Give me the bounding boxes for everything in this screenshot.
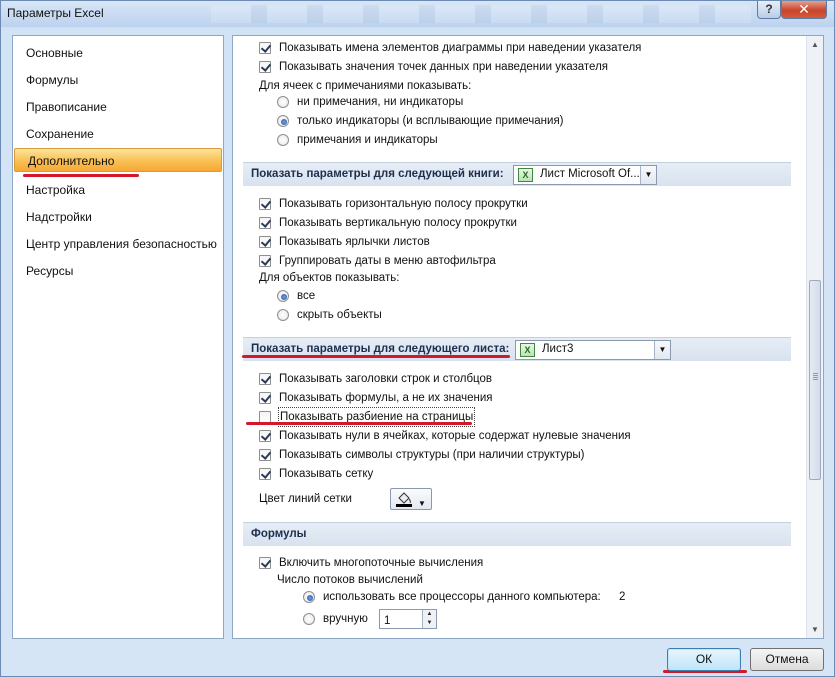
checkbox[interactable] — [259, 373, 271, 385]
option-label: Показывать имена элементов диаграммы при… — [279, 42, 642, 54]
cancel-button[interactable]: Отмена — [750, 648, 824, 671]
option-label: Показывать нули в ячейках, которые содер… — [279, 430, 631, 442]
option-label: Показывать горизонтальную полосу прокрут… — [279, 198, 528, 210]
checkbox[interactable] — [259, 255, 271, 267]
radio-button[interactable] — [277, 134, 289, 146]
workbook-select[interactable]: X Лист Microsoft Of... ▼ — [513, 165, 657, 185]
help-button[interactable]: ? — [757, 1, 781, 19]
gridline-color-row: Цвет линий сетки ▼ — [259, 488, 459, 512]
radio-button[interactable] — [277, 290, 289, 302]
chevron-down-icon[interactable]: ▼ — [654, 341, 670, 359]
checkbox[interactable] — [259, 449, 271, 461]
vertical-scrollbar[interactable]: ▲ ▼ — [806, 36, 823, 638]
option-label: использовать все процессоры данного комп… — [323, 591, 601, 603]
option-label: Показывать ярлычки листов — [279, 236, 430, 248]
processor-count: 2 — [619, 591, 626, 603]
option-label: скрыть объекты — [297, 309, 382, 321]
sidebar-item-customize[interactable]: Настройка — [13, 178, 223, 202]
scroll-thumb[interactable] — [809, 280, 821, 480]
options-panel: Показывать имена элементов диаграммы при… — [232, 35, 824, 639]
scroll-up-icon[interactable]: ▲ — [808, 37, 822, 52]
section-title: Показать параметры для следующего листа: — [251, 343, 510, 355]
section-formulas: Формулы — [243, 522, 791, 546]
checkbox[interactable] — [259, 468, 271, 480]
sidebar-item-addins[interactable]: Надстройки — [13, 205, 223, 229]
option-label: Показывать заголовки строк и столбцов — [279, 373, 493, 385]
objects-group-label: Для объектов показывать: — [259, 272, 400, 284]
sidebar-item-save[interactable]: Сохранение — [13, 122, 223, 146]
checkbox[interactable] — [259, 557, 271, 569]
sidebar-item-general[interactable]: Основные — [13, 41, 223, 65]
highlight-underline — [246, 422, 472, 425]
excel-workbook-icon: X — [518, 168, 533, 182]
checkbox[interactable] — [259, 236, 271, 248]
sheet-select[interactable]: X Лист3 ▼ — [515, 340, 671, 360]
highlight-underline — [23, 174, 139, 177]
chevron-down-icon[interactable]: ▼ — [640, 166, 656, 184]
checkbox[interactable] — [259, 392, 271, 404]
radio-button[interactable] — [277, 96, 289, 108]
option-label: Включить многопоточные вычисления — [279, 557, 484, 569]
highlight-underline — [242, 355, 510, 358]
excel-sheet-icon: X — [520, 343, 535, 357]
radio-button[interactable] — [303, 613, 315, 625]
checkbox[interactable] — [259, 217, 271, 229]
paint-bucket-icon — [396, 492, 412, 507]
option-label: Показывать вертикальную полосу прокрутки — [279, 217, 517, 229]
checkbox[interactable] — [259, 430, 271, 442]
checkbox[interactable] — [259, 61, 271, 73]
window-title: Параметры Excel — [7, 6, 104, 20]
radio-button[interactable] — [277, 309, 289, 321]
sidebar-item-trust-center[interactable]: Центр управления безопасностью — [13, 232, 223, 256]
option-label: Показывать значения точек данных при нав… — [279, 61, 609, 73]
option-label: Показывать символы структуры (при наличи… — [279, 449, 585, 461]
title-bar: Параметры Excel ? ✕ — [1, 1, 834, 27]
ok-button[interactable]: ОК — [667, 648, 741, 671]
option-label: вручную — [323, 613, 368, 625]
sidebar-item-formulas[interactable]: Формулы — [13, 68, 223, 92]
spinner-value: 1 — [384, 615, 391, 627]
spinner-arrows-icon[interactable]: ▲ ▼ — [422, 610, 436, 628]
excel-options-dialog: Параметры Excel ? ✕ Основные Формулы Пра… — [0, 0, 835, 677]
gridline-color-label: Цвет линий сетки — [259, 493, 352, 505]
gridline-color-button[interactable]: ▼ — [390, 488, 432, 510]
sidebar-item-proofing[interactable]: Правописание — [13, 95, 223, 119]
checkbox[interactable] — [259, 42, 271, 54]
chevron-down-icon: ▼ — [418, 499, 426, 508]
grip-icon — [813, 373, 818, 374]
section-workbook-options: Показать параметры для следующей книги: … — [243, 162, 791, 186]
option-label: Показывать сетку — [279, 468, 374, 480]
radio-manual-threads[interactable]: вручную 1 ▲ ▼ — [303, 609, 503, 629]
sidebar: Основные Формулы Правописание Сохранение… — [12, 35, 224, 639]
sidebar-item-resources[interactable]: Ресурсы — [13, 259, 223, 283]
thread-count-spinner[interactable]: 1 ▲ ▼ — [379, 609, 437, 629]
close-button[interactable]: ✕ — [781, 1, 827, 19]
option-label: примечания и индикаторы — [297, 134, 438, 146]
radio-button[interactable] — [303, 591, 315, 603]
scroll-down-icon[interactable]: ▼ — [808, 622, 822, 637]
threads-group-label: Число потоков вычислений — [277, 574, 423, 586]
option-label: Показывать формулы, а не их значения — [279, 392, 493, 404]
option-label: Группировать даты в меню автофильтра — [279, 255, 496, 267]
select-value: Лист Microsoft Of... — [540, 168, 640, 180]
sidebar-item-advanced[interactable]: Дополнительно — [14, 148, 222, 172]
select-value: Лист3 — [542, 343, 574, 355]
option-label: ни примечания, ни индикаторы — [297, 96, 464, 108]
radio-use-all-processors[interactable]: использовать все процессоры данного комп… — [303, 588, 633, 606]
section-title: Показать параметры для следующей книги: — [251, 168, 504, 180]
option-label: все — [297, 290, 316, 302]
radio-button[interactable] — [277, 115, 289, 127]
option-label: только индикаторы (и всплывающие примеча… — [297, 115, 564, 127]
background-blur — [211, 5, 751, 23]
checkbox[interactable] — [259, 198, 271, 210]
section-title: Формулы — [251, 528, 307, 540]
